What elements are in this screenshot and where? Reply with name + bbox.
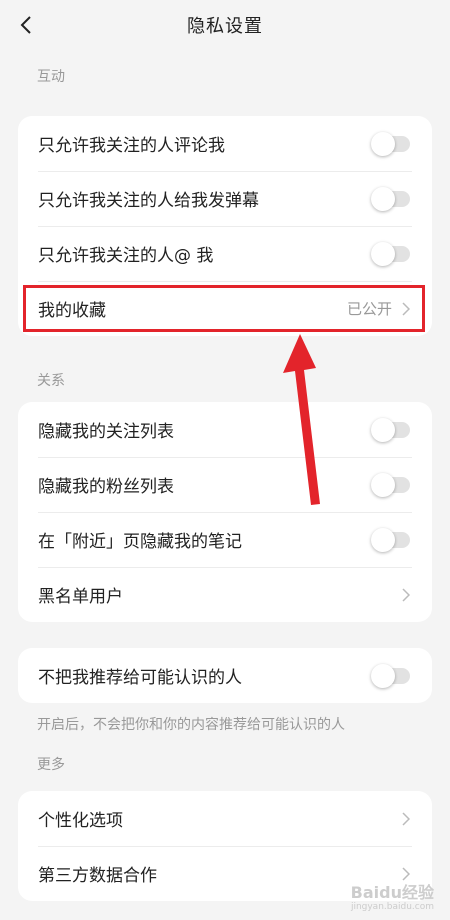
setting-personalization-options[interactable]: 个性化选项 <box>18 791 432 846</box>
section-label-interaction: 互动 <box>37 69 65 85</box>
setting-hide-fans-list[interactable]: 隐藏我的粉丝列表 <box>18 457 432 512</box>
section-label-more: 更多 <box>37 757 65 773</box>
row-label: 第三方数据合作 <box>38 866 157 886</box>
section-label-relations: 关系 <box>37 373 65 389</box>
back-button[interactable] <box>10 8 42 42</box>
toggle-knob <box>371 241 395 266</box>
row-label: 只允许我关注的人评论我 <box>38 136 225 156</box>
favorites-visibility-value: 已公开 <box>346 300 392 318</box>
toggle-switch[interactable] <box>371 663 410 688</box>
toggle-knob <box>371 186 395 211</box>
toggle-switch[interactable] <box>371 417 410 442</box>
watermark-main: Baidu经验 <box>350 883 434 902</box>
chevron-right-icon <box>402 811 412 827</box>
nav-bar: 隐私设置 <box>0 0 450 50</box>
setting-comment-followers-only[interactable]: 只允许我关注的人评论我 <box>18 116 432 171</box>
chevron-right-icon <box>402 301 412 317</box>
setting-hide-following-list[interactable]: 隐藏我的关注列表 <box>18 402 432 457</box>
toggle-knob <box>371 131 395 156</box>
recommend-note: 开启后，不会把你和你的内容推荐给可能认识的人 <box>37 717 345 733</box>
watermark-logo: Baidu经验 jingyan.baidu.com <box>351 885 434 912</box>
toggle-knob <box>371 472 395 497</box>
row-label: 黑名单用户 <box>38 587 123 607</box>
chevron-right-icon <box>402 587 412 603</box>
toggle-switch[interactable] <box>371 131 410 156</box>
row-label: 只允许我关注的人@ 我 <box>38 246 214 266</box>
setting-my-favorites[interactable]: 我的收藏 已公开 <box>18 281 432 336</box>
relations-card: 隐藏我的关注列表 隐藏我的粉丝列表 在「附近」页隐藏我的笔记 黑名单用户 <box>18 402 432 622</box>
toggle-switch[interactable] <box>371 186 410 211</box>
row-label: 个性化选项 <box>38 811 123 831</box>
back-chevron-icon <box>20 16 31 34</box>
page-title: 隐私设置 <box>187 16 263 37</box>
setting-hide-notes-nearby[interactable]: 在「附近」页隐藏我的笔记 <box>18 512 432 567</box>
interaction-card: 只允许我关注的人评论我 只允许我关注的人给我发弹幕 只允许我关注的人@ 我 我的… <box>18 116 432 336</box>
toggle-switch[interactable] <box>371 472 410 497</box>
recommend-card: 不把我推荐给可能认识的人 <box>18 648 432 703</box>
row-label: 隐藏我的关注列表 <box>38 422 174 442</box>
row-label: 隐藏我的粉丝列表 <box>38 477 174 497</box>
toggle-knob <box>371 663 395 688</box>
toggle-knob <box>371 527 395 552</box>
setting-danmaku-followers-only[interactable]: 只允许我关注的人给我发弹幕 <box>18 171 432 226</box>
toggle-switch[interactable] <box>371 527 410 552</box>
row-label: 在「附近」页隐藏我的笔记 <box>38 532 242 552</box>
row-label: 不把我推荐给可能认识的人 <box>38 668 242 688</box>
row-label: 我的收藏 <box>38 301 106 321</box>
watermark-sub: jingyan.baidu.com <box>350 902 434 912</box>
setting-mention-followers-only[interactable]: 只允许我关注的人@ 我 <box>18 226 432 281</box>
chevron-right-icon <box>402 866 412 882</box>
setting-blacklist-users[interactable]: 黑名单用户 <box>18 567 432 622</box>
row-label: 只允许我关注的人给我发弹幕 <box>38 191 259 211</box>
toggle-knob <box>371 417 395 442</box>
toggle-switch[interactable] <box>371 241 410 266</box>
setting-no-recommend-to-acquaintances[interactable]: 不把我推荐给可能认识的人 <box>18 648 432 703</box>
